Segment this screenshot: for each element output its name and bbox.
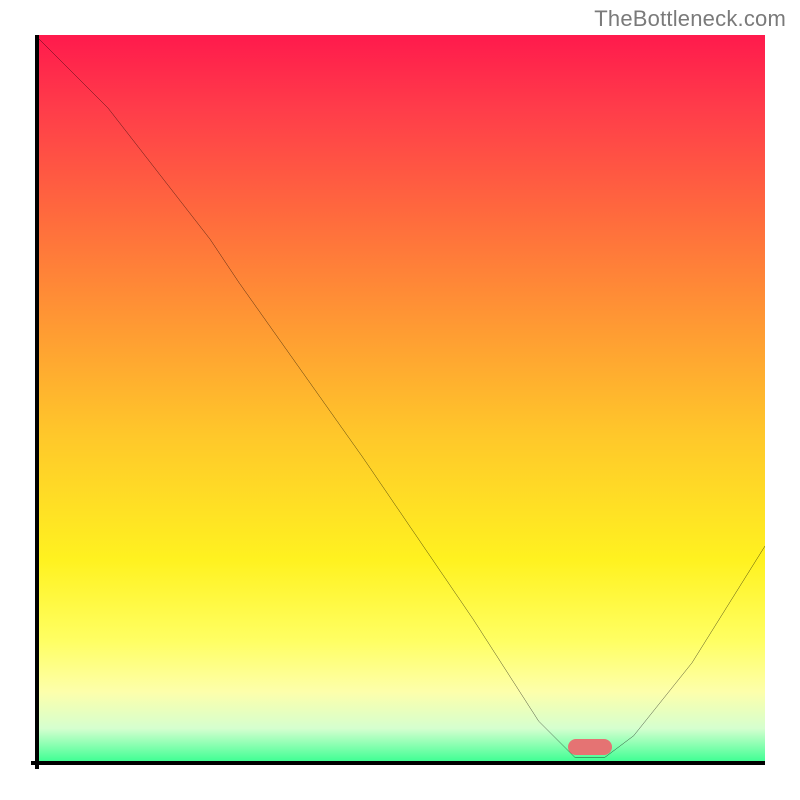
watermark-text: TheBottleneck.com (594, 6, 786, 32)
plot-area (35, 35, 765, 765)
chart-root: TheBottleneck.com (0, 0, 800, 800)
optimum-marker (568, 739, 612, 755)
line-curve (35, 35, 765, 765)
